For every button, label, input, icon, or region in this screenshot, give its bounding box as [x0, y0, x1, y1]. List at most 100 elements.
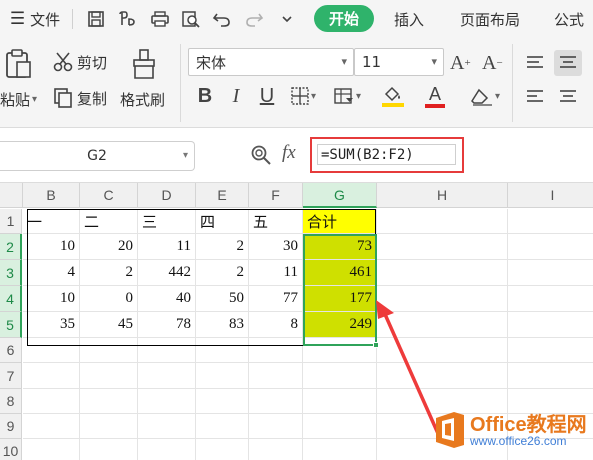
- empty-cell[interactable]: [80, 439, 138, 460]
- empty-cell[interactable]: [196, 338, 249, 363]
- cell-b4[interactable]: 10: [23, 286, 80, 312]
- tab-insert[interactable]: 插入: [388, 0, 430, 38]
- file-menu[interactable]: ☰ 文件: [4, 0, 66, 38]
- empty-cell[interactable]: [196, 389, 249, 414]
- row-header-5[interactable]: 5: [0, 312, 22, 338]
- align-top-icon[interactable]: [522, 50, 548, 76]
- font-name-select[interactable]: 宋体 ▾: [188, 48, 354, 76]
- row-header-4[interactable]: 4: [0, 286, 22, 312]
- cell-c3[interactable]: 2: [80, 260, 138, 286]
- column-header-d[interactable]: D: [138, 183, 196, 208]
- empty-cell[interactable]: [249, 363, 303, 389]
- name-box[interactable]: G2 ▾: [0, 141, 195, 171]
- copy-button[interactable]: 复制: [52, 86, 107, 110]
- empty-cell[interactable]: [23, 439, 80, 460]
- cell-e5[interactable]: 83: [196, 312, 249, 338]
- formula-input[interactable]: =SUM(B2:F2): [317, 144, 456, 165]
- empty-cell[interactable]: [508, 363, 593, 389]
- empty-cell[interactable]: [196, 439, 249, 460]
- cell-g4[interactable]: 177: [303, 286, 377, 312]
- cell-b5[interactable]: 35: [23, 312, 80, 338]
- customize-toolbar-icon[interactable]: [276, 0, 298, 38]
- empty-cell[interactable]: [138, 338, 196, 363]
- insert-function-button[interactable]: fx: [282, 142, 296, 164]
- export-pdf-icon[interactable]: [114, 0, 142, 38]
- cell-e4[interactable]: 50: [196, 286, 249, 312]
- empty-cell[interactable]: [196, 363, 249, 389]
- row-header-3[interactable]: 3: [0, 260, 22, 286]
- empty-cell[interactable]: [138, 389, 196, 414]
- print-preview-icon[interactable]: [178, 0, 204, 38]
- paste-icon[interactable]: [0, 46, 36, 82]
- decrease-font-icon[interactable]: A −: [482, 50, 503, 76]
- empty-cell[interactable]: [508, 312, 593, 338]
- empty-cell[interactable]: [303, 338, 377, 363]
- fill-color-button[interactable]: [376, 83, 410, 109]
- cell-g3[interactable]: 461: [303, 260, 377, 286]
- cell-c4[interactable]: 0: [80, 286, 138, 312]
- column-header-e[interactable]: E: [196, 183, 249, 208]
- cell-d2[interactable]: 11: [138, 234, 196, 260]
- row-header-7[interactable]: 7: [0, 363, 22, 389]
- empty-cell[interactable]: [303, 439, 377, 460]
- row-header-10[interactable]: 10: [0, 439, 22, 460]
- empty-cell[interactable]: [138, 414, 196, 439]
- cell-d1[interactable]: 三: [138, 209, 196, 234]
- cell-e2[interactable]: 2: [196, 234, 249, 260]
- row-header-6[interactable]: 6: [0, 338, 22, 363]
- cell-f2[interactable]: 30: [249, 234, 303, 260]
- tab-page-layout[interactable]: 页面布局: [452, 0, 528, 38]
- cell-c2[interactable]: 20: [80, 234, 138, 260]
- format-painter-icon[interactable]: [128, 46, 160, 82]
- cell-d4[interactable]: 40: [138, 286, 196, 312]
- empty-cell[interactable]: [508, 234, 593, 260]
- row-header-9[interactable]: 9: [0, 414, 22, 439]
- cell-d5[interactable]: 78: [138, 312, 196, 338]
- increase-font-icon[interactable]: A +: [450, 50, 471, 76]
- cell-g1[interactable]: 合计: [303, 209, 377, 234]
- empty-cell[interactable]: [508, 209, 593, 234]
- print-icon[interactable]: [148, 0, 172, 38]
- empty-cell[interactable]: [303, 389, 377, 414]
- cell-style-button[interactable]: ▾: [330, 83, 364, 109]
- cell-f5[interactable]: 8: [249, 312, 303, 338]
- empty-cell[interactable]: [23, 363, 80, 389]
- empty-cell[interactable]: [23, 389, 80, 414]
- row-header-2[interactable]: 2: [0, 234, 22, 260]
- empty-cell[interactable]: [138, 439, 196, 460]
- empty-cell[interactable]: [249, 414, 303, 439]
- format-painter-button[interactable]: 格式刷: [120, 88, 165, 110]
- borders-button[interactable]: ▾: [288, 83, 318, 109]
- italic-button[interactable]: I: [226, 83, 246, 109]
- empty-cell[interactable]: [80, 338, 138, 363]
- column-header-f[interactable]: F: [249, 183, 303, 208]
- empty-cell[interactable]: [303, 363, 377, 389]
- clear-button[interactable]: ▾: [466, 83, 504, 109]
- empty-cell[interactable]: [196, 414, 249, 439]
- cell-e3[interactable]: 2: [196, 260, 249, 286]
- cell-b3[interactable]: 4: [23, 260, 80, 286]
- underline-button[interactable]: U: [256, 83, 278, 109]
- align-center-icon[interactable]: [554, 84, 582, 110]
- cell-f4[interactable]: 77: [249, 286, 303, 312]
- empty-cell[interactable]: [249, 439, 303, 460]
- column-header-b[interactable]: B: [23, 183, 80, 208]
- empty-cell[interactable]: [80, 389, 138, 414]
- cell-c1[interactable]: 二: [80, 209, 138, 234]
- font-size-select[interactable]: 11 ▾: [354, 48, 444, 76]
- column-header-g[interactable]: G: [303, 183, 377, 208]
- paste-button[interactable]: 粘贴 ▾: [0, 88, 37, 110]
- undo-icon[interactable]: [210, 0, 234, 38]
- save-icon[interactable]: [84, 0, 108, 38]
- align-middle-icon[interactable]: [554, 50, 582, 76]
- row-header-1[interactable]: 1: [0, 209, 22, 234]
- select-all-corner[interactable]: [0, 183, 23, 208]
- empty-cell[interactable]: [508, 286, 593, 312]
- cell-b1[interactable]: 一: [23, 209, 80, 234]
- empty-cell[interactable]: [508, 260, 593, 286]
- column-header-c[interactable]: C: [80, 183, 138, 208]
- font-color-button[interactable]: A: [420, 83, 450, 109]
- empty-cell[interactable]: [377, 209, 508, 234]
- align-left-icon[interactable]: [522, 84, 548, 110]
- cell-e1[interactable]: 四: [196, 209, 249, 234]
